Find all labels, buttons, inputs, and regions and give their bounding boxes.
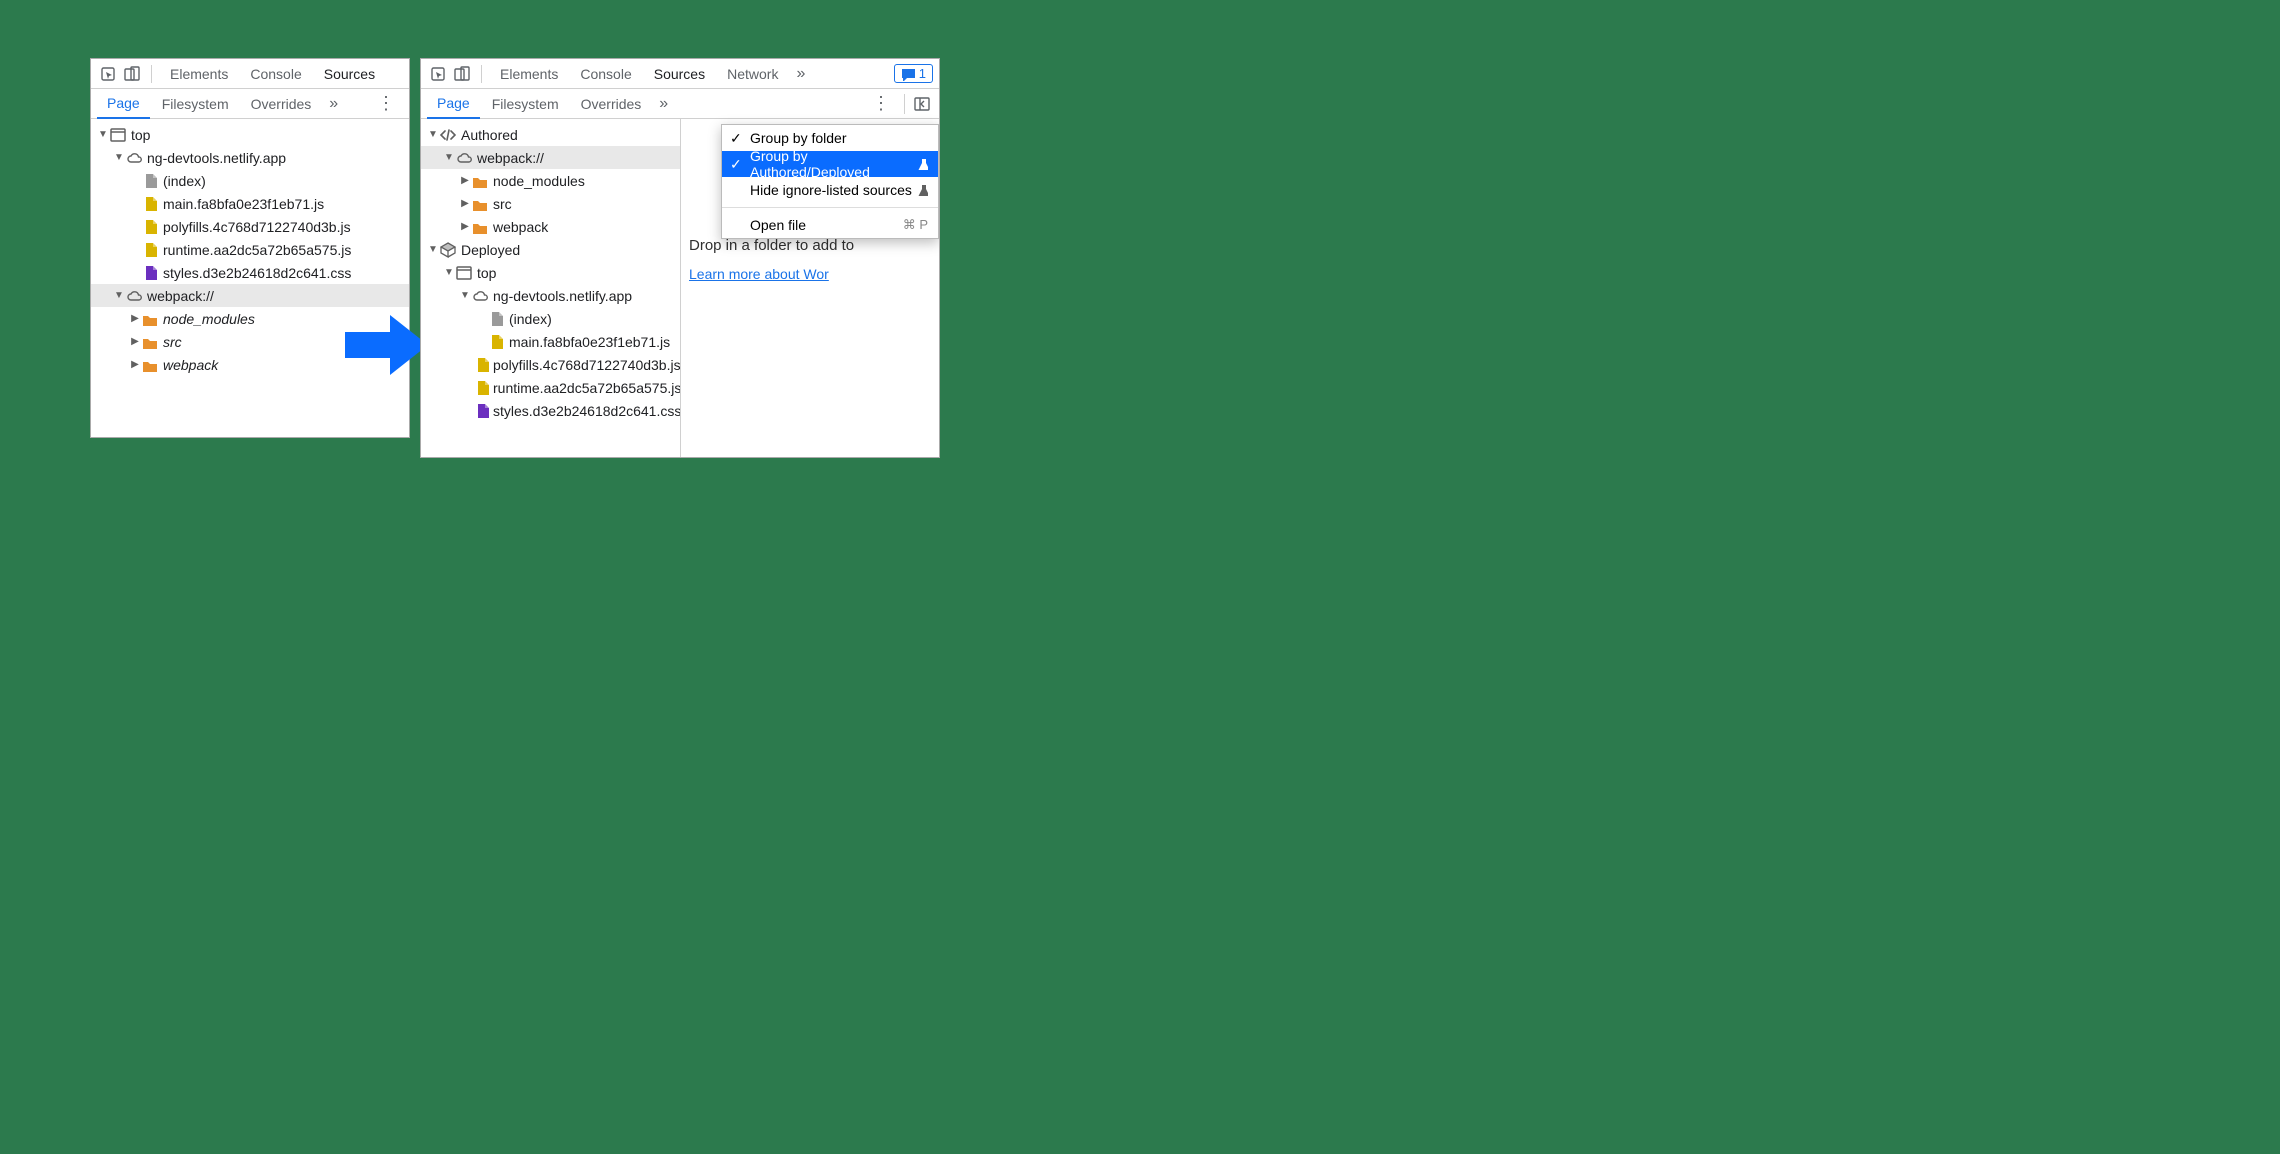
tree-label: top: [473, 265, 496, 281]
tab-sources[interactable]: Sources: [314, 59, 385, 89]
more-tabs-icon[interactable]: »: [790, 65, 811, 83]
tree-label: main.fa8bfa0e23f1eb71.js: [159, 196, 324, 212]
tree-file[interactable]: (index): [421, 307, 680, 330]
tree-label: webpack://: [473, 150, 544, 166]
divider: [481, 65, 482, 83]
tab-console[interactable]: Console: [570, 59, 641, 89]
tree-label: (index): [159, 173, 206, 189]
main-tabstrip: Elements Console Sources: [91, 59, 409, 89]
menu-separator: [722, 207, 938, 208]
tree-file[interactable]: polyfills.4c768d7122740d3b.js: [91, 215, 409, 238]
subtab-filesystem[interactable]: Filesystem: [482, 89, 569, 119]
tree-label: node_modules: [159, 311, 255, 327]
tree-file[interactable]: runtime.aa2dc5a72b65a575.js: [421, 376, 680, 399]
issues-count: 1: [919, 66, 926, 81]
menu-label: Group by Authored/Deployed: [750, 148, 928, 180]
tree-deployed[interactable]: ▼Deployed: [421, 238, 680, 261]
menu-open-file[interactable]: Open file ⌘ P: [722, 212, 938, 238]
more-tabs-icon[interactable]: »: [323, 95, 344, 113]
tree-file[interactable]: polyfills.4c768d7122740d3b.js: [421, 353, 680, 376]
tree-label: webpack://: [143, 288, 214, 304]
tree-label: polyfills.4c768d7122740d3b.js: [159, 219, 351, 235]
kebab-menu-icon[interactable]: ⋮: [864, 93, 898, 114]
tree-folder[interactable]: ▶node_modules: [421, 169, 680, 192]
tree-label: (index): [505, 311, 552, 327]
tree-label: main.fa8bfa0e23f1eb71.js: [505, 334, 670, 350]
tree-domain[interactable]: ▼ng-devtools.netlify.app: [91, 146, 409, 169]
menu-group-by-authored[interactable]: ✓ Group by Authored/Deployed: [722, 151, 938, 177]
flask-icon: [916, 184, 928, 196]
devtools-panel-before: Elements Console Sources Page Filesystem…: [90, 58, 410, 438]
tree-file[interactable]: main.fa8bfa0e23f1eb71.js: [421, 330, 680, 353]
menu-hide-ignore-listed[interactable]: Hide ignore-listed sources: [722, 177, 938, 203]
inspect-icon[interactable]: [97, 63, 119, 85]
tree-label: src: [489, 196, 512, 212]
tree-label: ng-devtools.netlify.app: [489, 288, 632, 304]
tree-label: styles.d3e2b24618d2c641.css: [159, 265, 351, 281]
subtab-page[interactable]: Page: [427, 89, 480, 119]
tree-file[interactable]: styles.d3e2b24618d2c641.css: [421, 399, 680, 422]
tab-console[interactable]: Console: [240, 59, 311, 89]
tree-folder[interactable]: ▶webpack: [421, 215, 680, 238]
tab-elements[interactable]: Elements: [490, 59, 568, 89]
tree-label: polyfills.4c768d7122740d3b.js: [489, 357, 680, 373]
tree-folder[interactable]: ▶src: [421, 192, 680, 215]
tree-label: Authored: [457, 127, 518, 143]
tree-label: Deployed: [457, 242, 520, 258]
subtab-page[interactable]: Page: [97, 89, 150, 119]
sources-subtabs: Page Filesystem Overrides » ⋮: [421, 89, 939, 119]
message-icon: [901, 67, 915, 81]
tree-file[interactable]: (index): [91, 169, 409, 192]
arrow-icon: [340, 310, 430, 380]
tree-label: runtime.aa2dc5a72b65a575.js: [159, 242, 351, 258]
tree-label: webpack: [159, 357, 218, 373]
menu-shortcut: ⌘ P: [903, 217, 928, 233]
tree-authored[interactable]: ▼Authored: [421, 123, 680, 146]
tree-webpack[interactable]: ▼webpack://: [91, 284, 409, 307]
toggle-navigator-icon[interactable]: [911, 93, 933, 115]
context-menu: ✓ Group by folder ✓ Group by Authored/De…: [721, 124, 939, 239]
subtab-overrides[interactable]: Overrides: [241, 89, 322, 119]
tree-label: styles.d3e2b24618d2c641.css: [489, 403, 680, 419]
issues-badge[interactable]: 1: [894, 64, 933, 83]
tree-label: ng-devtools.netlify.app: [143, 150, 286, 166]
device-toggle-icon[interactable]: [121, 63, 143, 85]
divider: [151, 65, 152, 83]
tab-network[interactable]: Network: [717, 59, 788, 89]
main-tabstrip: Elements Console Sources Network » 1: [421, 59, 939, 89]
menu-label: Group by folder: [750, 130, 847, 146]
kebab-menu-icon[interactable]: ⋮: [369, 93, 403, 114]
menu-label: Hide ignore-listed sources: [750, 182, 912, 198]
tree-top[interactable]: ▼top: [91, 123, 409, 146]
tree-label: runtime.aa2dc5a72b65a575.js: [489, 380, 680, 396]
subtab-filesystem[interactable]: Filesystem: [152, 89, 239, 119]
flask-icon: [916, 158, 928, 170]
tab-sources[interactable]: Sources: [644, 59, 715, 89]
menu-label: Open file: [750, 217, 806, 233]
sources-subtabs: Page Filesystem Overrides » ⋮: [91, 89, 409, 119]
tree-domain[interactable]: ▼ng-devtools.netlify.app: [421, 284, 680, 307]
learn-more-link[interactable]: Learn more about Wor: [689, 266, 829, 282]
drop-hint: Drop in a folder to add to: [689, 237, 931, 254]
check-icon: ✓: [730, 156, 742, 173]
device-toggle-icon[interactable]: [451, 63, 473, 85]
subtab-overrides[interactable]: Overrides: [571, 89, 652, 119]
source-tree: ▼top ▼ng-devtools.netlify.app (index) ma…: [91, 119, 409, 437]
tree-top[interactable]: ▼top: [421, 261, 680, 284]
tab-elements[interactable]: Elements: [160, 59, 238, 89]
check-icon: ✓: [730, 130, 742, 147]
tree-file[interactable]: styles.d3e2b24618d2c641.css: [91, 261, 409, 284]
tree-label: node_modules: [489, 173, 585, 189]
inspect-icon[interactable]: [427, 63, 449, 85]
tree-label: src: [159, 334, 182, 350]
tree-file[interactable]: main.fa8bfa0e23f1eb71.js: [91, 192, 409, 215]
tree-file[interactable]: runtime.aa2dc5a72b65a575.js: [91, 238, 409, 261]
tree-label: top: [127, 127, 150, 143]
source-tree: ▼Authored ▼webpack:// ▶node_modules ▶src…: [421, 119, 681, 457]
more-tabs-icon[interactable]: »: [653, 95, 674, 113]
divider: [904, 94, 905, 114]
tree-label: webpack: [489, 219, 548, 235]
devtools-panel-after: Elements Console Sources Network » 1 Pag…: [420, 58, 940, 458]
tree-webpack[interactable]: ▼webpack://: [421, 146, 680, 169]
